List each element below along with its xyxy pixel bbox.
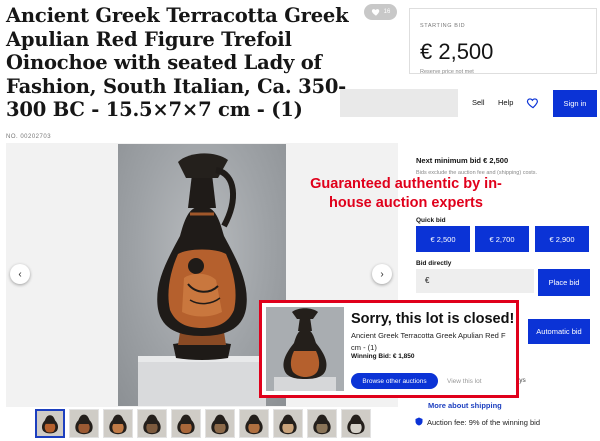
modal-lot-image: [266, 307, 344, 391]
view-lot-link[interactable]: View this lot: [447, 378, 482, 385]
thumbnail-4[interactable]: [137, 409, 167, 438]
sell-link[interactable]: Sell: [472, 98, 485, 107]
direct-bid-input[interactable]: €: [416, 269, 534, 293]
place-bid-button[interactable]: Place bid: [538, 269, 590, 296]
thumbnail-10[interactable]: [341, 409, 371, 438]
currency-symbol: €: [425, 276, 430, 285]
shield-icon: [415, 417, 423, 426]
thumbnail-5[interactable]: [171, 409, 201, 438]
quick-bid-button-1[interactable]: € 2,500: [416, 226, 470, 252]
modal-title: Sorry, this lot is closed!: [351, 311, 515, 327]
thumbnail-image: [70, 410, 98, 437]
thumbnail-7[interactable]: [239, 409, 269, 438]
winning-bid-value: € 1,850: [392, 353, 415, 360]
favorite-count: 16: [383, 9, 391, 15]
thumbnail-image: [342, 410, 370, 437]
thumbnail-2[interactable]: [69, 409, 99, 438]
thumbnail-image: [37, 411, 63, 436]
quick-bid-label: Quick bid: [416, 217, 446, 224]
thumbnail-image: [240, 410, 268, 437]
thumbnail-3[interactable]: [103, 409, 133, 438]
starting-bid-card: STARTING BID € 2,500 Reserve price not m…: [409, 8, 597, 75]
thumbnail-strip: [35, 409, 371, 438]
lot-closed-modal: Sorry, this lot is closed! Ancient Greek…: [259, 300, 519, 398]
automatic-bid-button[interactable]: Automatic bid: [528, 319, 590, 344]
thumbnail-image: [138, 410, 166, 437]
thumbnail-6[interactable]: [205, 409, 235, 438]
modal-lot-title: Ancient Greek Terracotta Greek Apulian R…: [351, 331, 506, 352]
thumbnail-image: [274, 410, 302, 437]
quick-bid-button-2[interactable]: € 2,700: [475, 226, 529, 252]
oinochoe-thumb-image: [266, 307, 344, 391]
chevron-right-icon: ›: [380, 268, 384, 280]
next-image-button[interactable]: ›: [372, 264, 392, 284]
thumbnail-9[interactable]: [307, 409, 337, 438]
help-link[interactable]: Help: [498, 98, 513, 107]
lot-title: Ancient Greek Terracotta Greek Apulian R…: [6, 4, 349, 122]
search-bar[interactable]: [340, 89, 458, 117]
lot-number: NO. 00202703: [6, 134, 52, 140]
thumbnail-image: [172, 410, 200, 437]
next-minimum-bid: Next minimum bid € 2,500: [416, 156, 509, 165]
prev-image-button[interactable]: ‹: [10, 264, 30, 284]
reserve-note: Reserve price not met: [420, 69, 474, 75]
quick-bid-button-3[interactable]: € 2,900: [535, 226, 589, 252]
starting-bid-label: STARTING BID: [420, 23, 466, 29]
favorites-heart-icon[interactable]: [526, 96, 540, 110]
thumbnail-image: [104, 410, 132, 437]
signin-button[interactable]: Sign in: [553, 90, 597, 117]
winning-bid: Winning Bid: € 1,850: [351, 353, 415, 360]
shipping-link[interactable]: More about shipping: [428, 401, 502, 410]
thumbnail-8[interactable]: [273, 409, 303, 438]
browse-auctions-button[interactable]: Browse other auctions: [351, 373, 438, 389]
chevron-left-icon: ‹: [18, 268, 22, 280]
thumbnail-image: [206, 410, 234, 437]
heart-icon: [371, 9, 379, 16]
thumbnail-image: [308, 410, 336, 437]
thumbnail-1[interactable]: [35, 409, 65, 438]
direct-bid-label: Bid directly: [416, 260, 452, 267]
auction-fee-text: Auction fee: 9% of the winning bid: [427, 418, 540, 427]
starting-bid-amount: € 2,500: [420, 39, 494, 64]
favorite-button[interactable]: 16: [364, 4, 397, 20]
winning-bid-label: Winning Bid:: [351, 353, 392, 360]
site-header: Sell Help Sign in: [340, 89, 600, 117]
guarantee-annotation: Guaranteed authentic by in-house auction…: [310, 176, 502, 211]
